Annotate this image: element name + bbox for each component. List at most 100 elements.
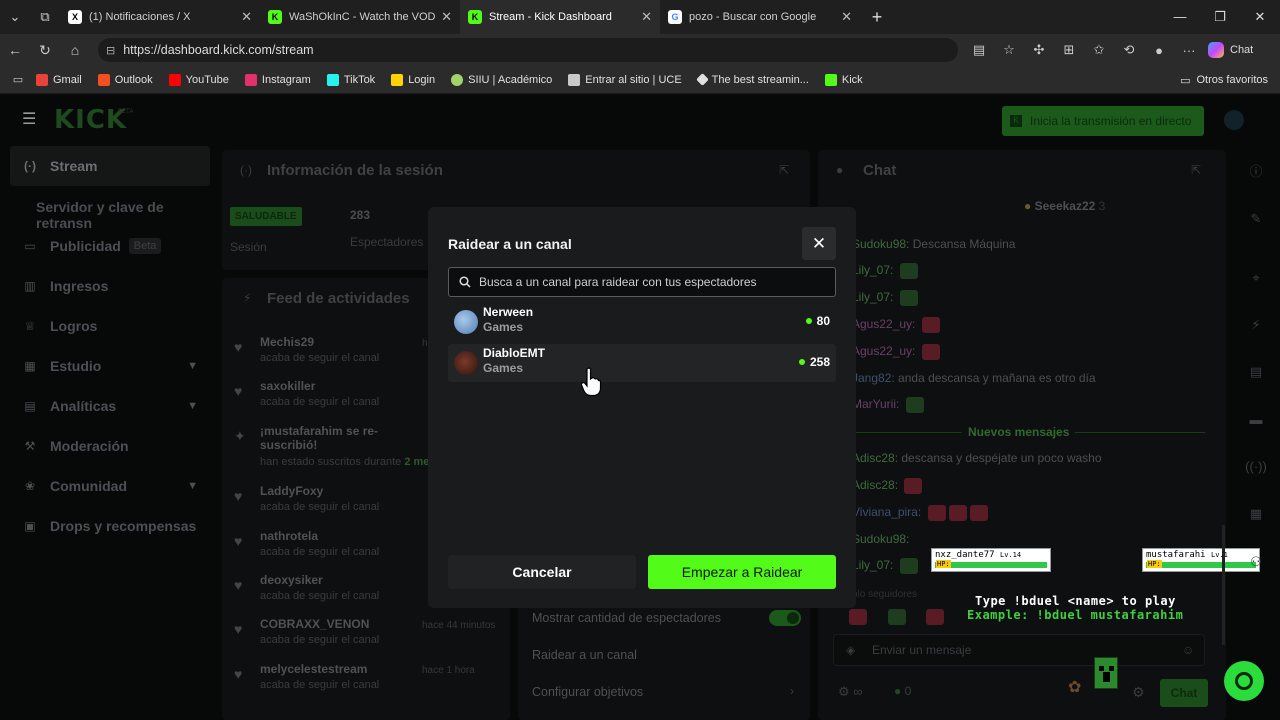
extensions-icon[interactable]: ✣ <box>1024 42 1054 58</box>
sidebar-item-moderacion[interactable]: ⚒ Moderación <box>10 426 210 466</box>
chat-username[interactable]: Lily_07: <box>852 290 893 304</box>
chat-username[interactable]: Agus22_uy: <box>852 317 915 331</box>
people-icon[interactable]: ⚇ <box>1244 550 1268 574</box>
info-icon[interactable]: ⓘ <box>1244 160 1268 184</box>
sidebar-item-ingresos[interactable]: ▥ Ingresos <box>10 266 210 306</box>
chat-message: Agus22_uy: <box>852 344 940 360</box>
emote-icon[interactable] <box>926 608 945 625</box>
layout-icon[interactable]: ▦ <box>1244 502 1268 526</box>
raid-channel-option[interactable]: Nerween Games 80 <box>448 303 836 341</box>
close-window-icon[interactable]: ✕ <box>1240 0 1280 34</box>
start-raid-button[interactable]: Empezar a Raidear <box>648 555 836 589</box>
send-chat-button[interactable]: Chat <box>1160 679 1208 707</box>
tab-actions-chevron-icon[interactable]: ⌄ <box>0 0 30 34</box>
chat-tools-icon[interactable]: ⚙ ∞ <box>838 684 863 700</box>
emote-icon[interactable] <box>849 608 867 625</box>
sidebar: (·) Stream Servidor y clave de retransn ▭… <box>0 145 220 720</box>
bookmark-uce[interactable]: Entrar al sitio | UCE <box>568 73 682 86</box>
bookmark-outlook[interactable]: Outlook <box>97 73 153 86</box>
bookmark-streaming[interactable]: The best streamin... <box>695 73 809 86</box>
history-icon[interactable]: ⟲ <box>1114 42 1144 58</box>
popout-icon[interactable]: ⇱ <box>779 163 789 177</box>
document-icon[interactable]: ▤ <box>1244 360 1268 384</box>
sidebar-item-publicidad[interactable]: ▭ Publicidad Beta <box>10 226 210 266</box>
emoji-icon[interactable]: ☺ <box>1182 643 1194 657</box>
sidebar-item-estudio[interactable]: ▦ Estudio ▼ <box>10 346 210 386</box>
chat-username[interactable]: Sudoku98: <box>852 532 909 546</box>
lightning-icon[interactable]: ⚡ <box>1244 313 1268 337</box>
sidebar-item-analiticas[interactable]: ▤ Analíticas ▼ <box>10 386 210 426</box>
chat-username[interactable]: Adisc28: <box>852 451 898 465</box>
minimize-icon[interactable]: — <box>1160 0 1200 34</box>
kick-logo[interactable]: KICK <box>54 105 127 135</box>
refresh-icon[interactable]: ↻ <box>30 42 60 59</box>
split-screen-icon[interactable]: ⊞ <box>1054 42 1084 58</box>
chat-username[interactable]: MarYurii: <box>852 397 899 411</box>
chat-username[interactable]: Agus22_uy: <box>852 344 915 358</box>
back-icon[interactable]: ← <box>0 42 30 58</box>
raid-channel-option[interactable]: DiabloEMT Games 258 <box>448 344 836 382</box>
copilot-button[interactable]: Chat <box>1208 42 1253 58</box>
chat-username[interactable]: Adisc28: <box>852 478 898 492</box>
chat-icon[interactable]: ▬ <box>1244 408 1268 432</box>
sidebar-item-logros[interactable]: ♕ Logros <box>10 306 210 346</box>
bookmark-tiktok[interactable]: TikTok <box>326 73 375 86</box>
chat-username[interactable]: Lily_07: <box>852 263 893 277</box>
close-modal-button[interactable]: ✕ <box>802 227 836 260</box>
emote-icon[interactable] <box>887 608 906 625</box>
cancel-button[interactable]: Cancelar <box>448 555 636 589</box>
chat-username[interactable]: Sudoku98: <box>852 237 909 251</box>
collections-icon[interactable]: ▭ <box>0 73 36 86</box>
favorites-icon[interactable]: ✩ <box>1084 42 1114 58</box>
browser-tab-active[interactable]: K Stream - Kick Dashboard ✕ <box>460 0 660 34</box>
reader-icon[interactable]: ▤ <box>964 42 994 58</box>
bookmark-kick[interactable]: Kick <box>824 73 863 86</box>
restore-icon[interactable]: ❐ <box>1200 0 1240 34</box>
edit-icon[interactable]: ✎ <box>1244 207 1268 231</box>
site-info-icon[interactable]: ⊟ <box>106 44 115 57</box>
profile-avatar[interactable]: ● <box>1144 43 1174 58</box>
bookmark-gmail[interactable]: Gmail <box>36 73 82 86</box>
configure-goals-action[interactable]: Configurar objetivos <box>532 685 802 699</box>
show-viewers-toggle[interactable] <box>769 610 801 626</box>
chat-username[interactable]: Lily_07: <box>852 558 893 572</box>
raid-channel-action[interactable]: Raidear a un canal <box>532 648 802 662</box>
chat-scrollbar[interactable] <box>1222 525 1225 645</box>
url-field[interactable]: ⊟ https://dashboard.kick.com/stream <box>98 38 958 62</box>
chat-message-input[interactable]: Enviar un mensaje <box>833 634 1205 666</box>
browser-tab[interactable]: K WaShOkInC - Watch the VOD on K ✕ <box>260 0 460 34</box>
sidebar-item-drops[interactable]: ▣ Drops y recompensas <box>10 506 210 546</box>
other-favorites[interactable]: ▭ Otros favoritos <box>1180 66 1268 94</box>
go-live-button[interactable]: K Inicia la transmisión en directo <box>1002 106 1204 136</box>
chat-username[interactable]: Jang82: <box>852 371 895 385</box>
close-tab-icon[interactable]: ✕ <box>641 9 652 25</box>
sidebar-item-stream[interactable]: (·) Stream <box>10 146 210 186</box>
raid-search-input[interactable] <box>479 275 829 289</box>
close-tab-icon[interactable]: ✕ <box>841 9 852 25</box>
broadcast-icon[interactable]: ((·)) <box>1244 455 1268 479</box>
close-tab-icon[interactable]: ✕ <box>241 9 252 25</box>
target-icon[interactable]: ⌖ <box>1244 266 1268 290</box>
support-chat-button[interactable] <box>1224 661 1264 701</box>
heart-icon: ♥ <box>234 383 243 399</box>
bookmark-instagram[interactable]: Instagram <box>244 73 311 86</box>
new-tab-button[interactable]: + <box>860 7 894 28</box>
raid-search-field[interactable] <box>448 267 836 297</box>
close-tab-icon[interactable]: ✕ <box>441 9 452 25</box>
popout-icon[interactable]: ⇱ <box>1191 163 1201 177</box>
tab-title: WaShOkInC - Watch the VOD on K <box>289 11 436 23</box>
bookmark-youtube[interactable]: YouTube <box>168 73 229 86</box>
favorite-star-icon[interactable]: ☆ <box>994 42 1024 58</box>
bookmark-siiu[interactable]: SIIU | Académico <box>451 73 552 86</box>
more-icon[interactable]: ··· <box>1174 43 1204 58</box>
bookmark-login[interactable]: Login <box>391 73 435 86</box>
chat-username[interactable]: Viviana_pira: <box>852 505 921 519</box>
chat-settings-icon[interactable]: ⚙ <box>1132 684 1145 701</box>
user-avatar[interactable] <box>1224 110 1244 130</box>
workspaces-icon[interactable]: ⧉ <box>30 0 60 34</box>
browser-tab[interactable]: G pozo - Buscar con Google ✕ <box>660 0 860 34</box>
home-icon[interactable]: ⌂ <box>60 42 90 58</box>
menu-icon[interactable]: ☰ <box>22 112 36 128</box>
sidebar-item-comunidad[interactable]: ❀ Comunidad ▼ <box>10 466 210 506</box>
browser-tab[interactable]: X (1) Notificaciones / X ✕ <box>60 0 260 34</box>
